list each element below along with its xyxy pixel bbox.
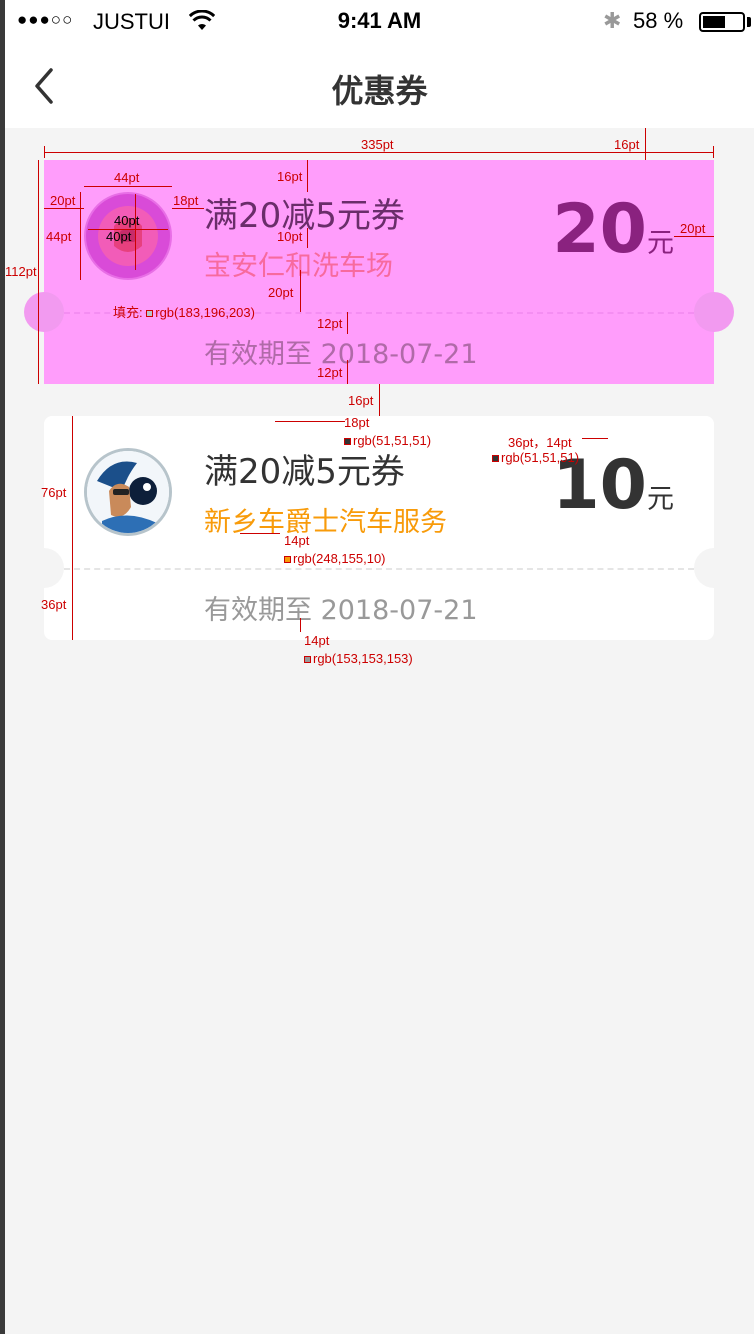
dimension-label: 36pt (41, 597, 67, 612)
color-annotation: rgb(51,51,51) (344, 433, 431, 448)
shop-logo (84, 448, 172, 536)
expiry-date: 有效期至 2018-07-21 (204, 595, 478, 626)
coupon-title: 满20减5元券 (204, 452, 405, 492)
dimension-line (84, 186, 172, 187)
dimension-label: 18pt (173, 193, 199, 208)
bluetooth-icon: ✱ (603, 8, 622, 33)
dimension-line (379, 384, 380, 416)
annotation-text: rgb(248,155,10) (293, 551, 386, 566)
dimension-line (172, 208, 204, 209)
dimension-label: 14pt (284, 533, 310, 548)
dimension-label: 10pt (277, 229, 303, 244)
coupon-notch-right (694, 292, 734, 332)
dimension-line (307, 160, 308, 192)
dimension-label: 76pt (41, 485, 67, 500)
dimension-line (72, 416, 73, 568)
shop-name: 宝安仁和洗车场 (204, 251, 393, 282)
coupon-notch-right (694, 548, 734, 588)
navigation-bar: 优惠券 (5, 42, 754, 128)
dimension-label: 20pt (268, 285, 294, 300)
color-swatch (344, 438, 351, 446)
dimension-label: 44pt (114, 170, 140, 185)
left-edge (0, 0, 5, 1334)
dimension-line (347, 312, 348, 334)
dimension-label: 12pt (317, 365, 343, 380)
dimension-label: 16pt (614, 137, 640, 152)
dimension-line (275, 421, 345, 422)
dimension-line (240, 533, 280, 534)
dimension-tick (44, 146, 45, 158)
dimension-label: 16pt (348, 393, 374, 408)
annotation-text: 填充: (113, 305, 147, 320)
dimension-line (300, 270, 301, 312)
dimension-label: 20pt (680, 221, 706, 236)
amount-unit: 元 (647, 484, 674, 515)
annotation-text: rgb(51,51,51) (353, 433, 432, 448)
coupon-title: 满20减5元券 (204, 196, 405, 236)
color-annotation: rgb(153,153,153) (304, 651, 413, 666)
battery-tip (747, 17, 751, 27)
status-bar: ●●●○○ JUSTUI 9:41 AM ✱ 58 % (5, 0, 754, 42)
dimension-label: 14pt (304, 633, 330, 648)
coupon-notch-left (24, 548, 64, 588)
dimension-line (80, 192, 81, 280)
dimension-line (645, 128, 646, 160)
color-annotation: 填充: rgb(183,196,203) (113, 302, 255, 321)
dimension-line (307, 228, 308, 248)
color-swatch (304, 656, 311, 664)
color-annotation: rgb(248,155,10) (284, 551, 386, 566)
dimension-label: 112pt (5, 264, 37, 279)
battery-icon (699, 12, 745, 32)
amount-unit: 元 (647, 228, 674, 259)
coupon-amount: 20元 (552, 190, 674, 269)
coupon-divider (64, 568, 694, 570)
dimension-label: 12pt (317, 316, 343, 331)
dimension-line (38, 160, 39, 384)
dimension-label: 36pt，14pt (508, 435, 572, 450)
dimension-label: 20pt (50, 193, 76, 208)
coupon-notch-left (24, 292, 64, 332)
dimension-line (44, 208, 84, 209)
color-annotation: rgb(51,51,51) (492, 450, 579, 465)
coupon-card[interactable]: 满20减5元券 宝安仁和洗车场 20元 有效期至 2018-07-21 (24, 160, 734, 384)
dimension-line (44, 152, 714, 153)
dimension-label: 40pt (114, 213, 140, 228)
amount-value: 20 (552, 190, 647, 269)
color-swatch (492, 455, 499, 463)
jazz-character-logo-icon (87, 451, 169, 533)
dimension-label: 40pt (106, 229, 132, 244)
dimension-line (674, 236, 714, 237)
battery-level (703, 16, 726, 28)
color-swatch (146, 310, 154, 318)
dimension-line (72, 568, 73, 640)
dimension-line (135, 194, 136, 270)
dimension-label: 18pt (344, 415, 370, 430)
dimension-label: 335pt (361, 137, 394, 152)
annotation-text: rgb(51,51,51) (501, 450, 580, 465)
battery-percentage: 58 % (633, 8, 684, 33)
dimension-tick (713, 146, 714, 158)
dimension-label: 44pt (46, 229, 72, 244)
dimension-line (582, 438, 608, 439)
color-swatch (284, 556, 291, 564)
dimension-line (347, 360, 348, 384)
page-title: 优惠券 (331, 72, 428, 110)
dimension-label: 16pt (277, 169, 303, 184)
dimension-line (300, 618, 301, 632)
coupon-card[interactable]: 满20减5元券 新乡车爵士汽车服务 10元 有效期至 2018-07-21 (24, 416, 734, 640)
annotation-text: rgb(153,153,153) (313, 651, 413, 666)
annotation-text: rgb(183,196,203) (155, 305, 255, 320)
